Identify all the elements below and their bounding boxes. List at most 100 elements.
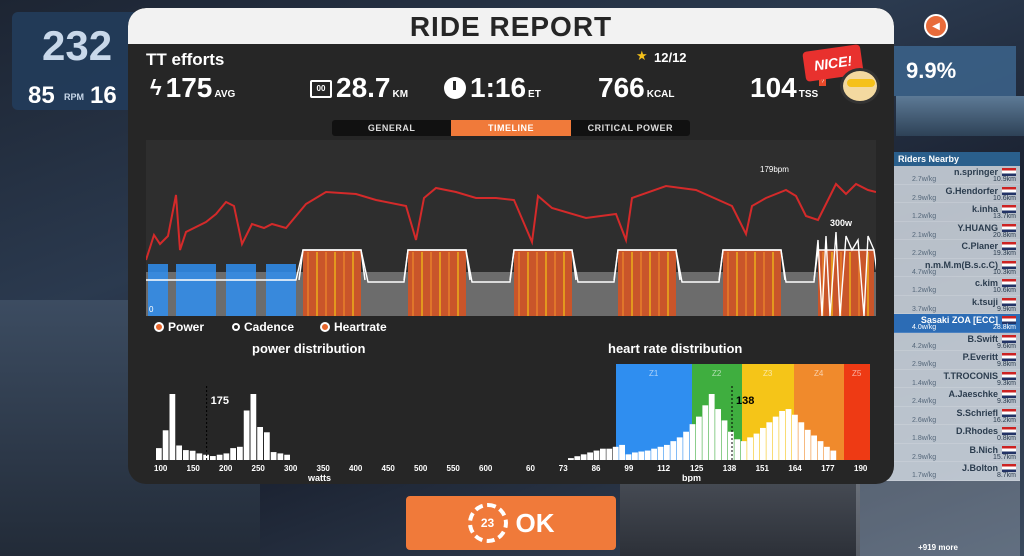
power-x-label: watts <box>307 473 331 482</box>
rider-distance: 0.8km <box>996 435 1016 442</box>
rider-wkg: 1.4w/kg <box>912 379 937 387</box>
tab-timeline[interactable]: TIMELINE <box>451 120 571 136</box>
flag-icon <box>1002 260 1016 269</box>
power-histogram-bar <box>176 445 182 460</box>
rider-wkg: 2.9w/kg <box>912 194 937 202</box>
rider-name: k.tsuji <box>971 296 998 307</box>
hr-x-tick: 73 <box>559 464 568 473</box>
rider-name: T.TROCONIS <box>943 370 998 381</box>
dialog-title: RIDE REPORT <box>409 11 613 42</box>
rider-name: S.Schriefl <box>956 407 998 418</box>
rider-wkg: 1.2w/kg <box>912 287 937 294</box>
hr-histogram-bar <box>740 441 747 460</box>
hr-histogram-bar <box>670 441 677 460</box>
power-x-tick: 150 <box>187 464 201 473</box>
hr-zone-label: Z5 <box>852 369 862 378</box>
power-x-tick: 200 <box>219 464 233 473</box>
direction-icon[interactable]: ◀ <box>924 14 948 38</box>
rider-distance: 10.6km <box>993 287 1016 294</box>
power-distribution-title: power distribution <box>252 341 366 356</box>
legend-heartrate-label: Heartrate <box>334 320 387 334</box>
hr-histogram-bar <box>689 424 696 460</box>
flag-icon <box>1002 408 1016 417</box>
ok-label: OK <box>515 507 555 538</box>
flag-icon <box>1002 168 1016 176</box>
mascot-avatar <box>840 68 880 104</box>
legend-cadence-label: Cadence <box>244 320 295 334</box>
rider-distance: 8.7km <box>996 472 1016 479</box>
rider-distance: 9.6km <box>996 342 1016 350</box>
hr-x-tick: 164 <box>788 464 802 473</box>
power-zone-stripe <box>352 252 354 316</box>
rider-wkg: 2.9w/kg <box>912 453 937 461</box>
flag-icon <box>1002 205 1016 213</box>
elevation-profile <box>896 96 1024 136</box>
hr-histogram-bar <box>785 409 792 460</box>
legend-power[interactable]: Power <box>154 320 204 334</box>
legend-cadence[interactable]: Cadence <box>232 320 294 334</box>
stat-distance-unit: KM <box>392 89 409 100</box>
rider-name: A.Jaeschke <box>948 389 998 399</box>
legend-heartrate[interactable]: Heartrate <box>320 320 387 334</box>
star-count: 12/12 <box>654 50 687 65</box>
heart-rate-distribution-title: heart rate distribution <box>608 341 743 356</box>
hr-x-tick: 112 <box>657 464 670 473</box>
hr-histogram-bar <box>715 409 721 460</box>
hr-histogram-bar <box>792 414 798 460</box>
rider-wkg: 2.7w/kg <box>912 176 937 183</box>
rider-wkg: 4.7w/kg <box>912 268 937 276</box>
rider-wkg: 2.9w/kg <box>912 361 937 368</box>
rider-distance: 9.8km <box>996 361 1016 368</box>
hr-histogram-bar <box>760 427 766 460</box>
hr-histogram-bar <box>772 416 779 460</box>
hr-histogram-bar <box>817 441 824 460</box>
power-histogram-bar <box>257 427 263 460</box>
power-histogram-bar <box>223 453 230 460</box>
flag-icon <box>1002 316 1016 324</box>
stat-time-value: 1:16 <box>470 72 527 103</box>
power-histogram-bar <box>264 432 270 460</box>
stat-tss-value: 104 <box>750 72 797 103</box>
hr-histogram-bar <box>587 452 593 460</box>
odometer-icon: 00 <box>310 80 332 98</box>
power-zone-stripe <box>430 252 432 316</box>
power-histogram-bar <box>277 453 284 460</box>
stat-kcal: 766 KCAL <box>598 74 675 102</box>
rider-distance: 20.8km <box>993 231 1016 239</box>
flag-icon <box>1002 186 1016 195</box>
hud-speed-value: 16 <box>90 82 117 109</box>
flag-icon <box>1002 297 1016 306</box>
hr-histogram-bar <box>766 422 773 460</box>
power-zone-stripe <box>457 252 459 316</box>
power-zone-stripe <box>343 252 345 316</box>
hr-x-label: bpm <box>682 473 701 482</box>
rider-distance: 10.3km <box>993 268 1016 276</box>
tab-critical-power[interactable]: CRITICAL POWER <box>571 120 690 136</box>
timeline-start-label: 0 <box>149 305 154 314</box>
rider-wkg: 1.7w/kg <box>912 472 937 479</box>
power-x-tick: 550 <box>447 464 461 473</box>
ok-button[interactable]: 23 OK <box>406 496 616 550</box>
rider-wkg: 2.6w/kg <box>912 416 937 424</box>
hud-cadence-unit: RPM <box>64 92 84 102</box>
power-zone-stripe <box>736 252 738 316</box>
ride-report-dialog: RIDE REPORT TT efforts ★ 12/12 ϟ 175 AVG… <box>128 8 894 484</box>
power-zone-stripe <box>649 252 651 316</box>
star-icon: ★ <box>636 48 648 63</box>
tab-general[interactable]: GENERAL <box>332 120 451 136</box>
activity-title: TT efforts <box>146 50 225 69</box>
power-x-tick: 400 <box>349 464 363 473</box>
power-zone-stripe <box>421 252 423 316</box>
stat-time-unit: ET <box>528 89 541 100</box>
power-zone-stripe <box>658 252 660 316</box>
rider-distance: 9.3km <box>996 379 1016 387</box>
rider-name: D.Rhodes <box>955 426 998 436</box>
hr-x-tick: 125 <box>690 464 704 473</box>
power-histogram-bar <box>270 452 277 460</box>
power-zone-segment <box>176 264 216 316</box>
hr-histogram-bar <box>804 429 811 460</box>
stat-distance-value: 28.7 <box>336 72 391 103</box>
tss-info-icon[interactable]: ? <box>819 79 827 86</box>
power-zone-stripe <box>325 252 327 316</box>
power-legend-dot <box>154 322 164 332</box>
